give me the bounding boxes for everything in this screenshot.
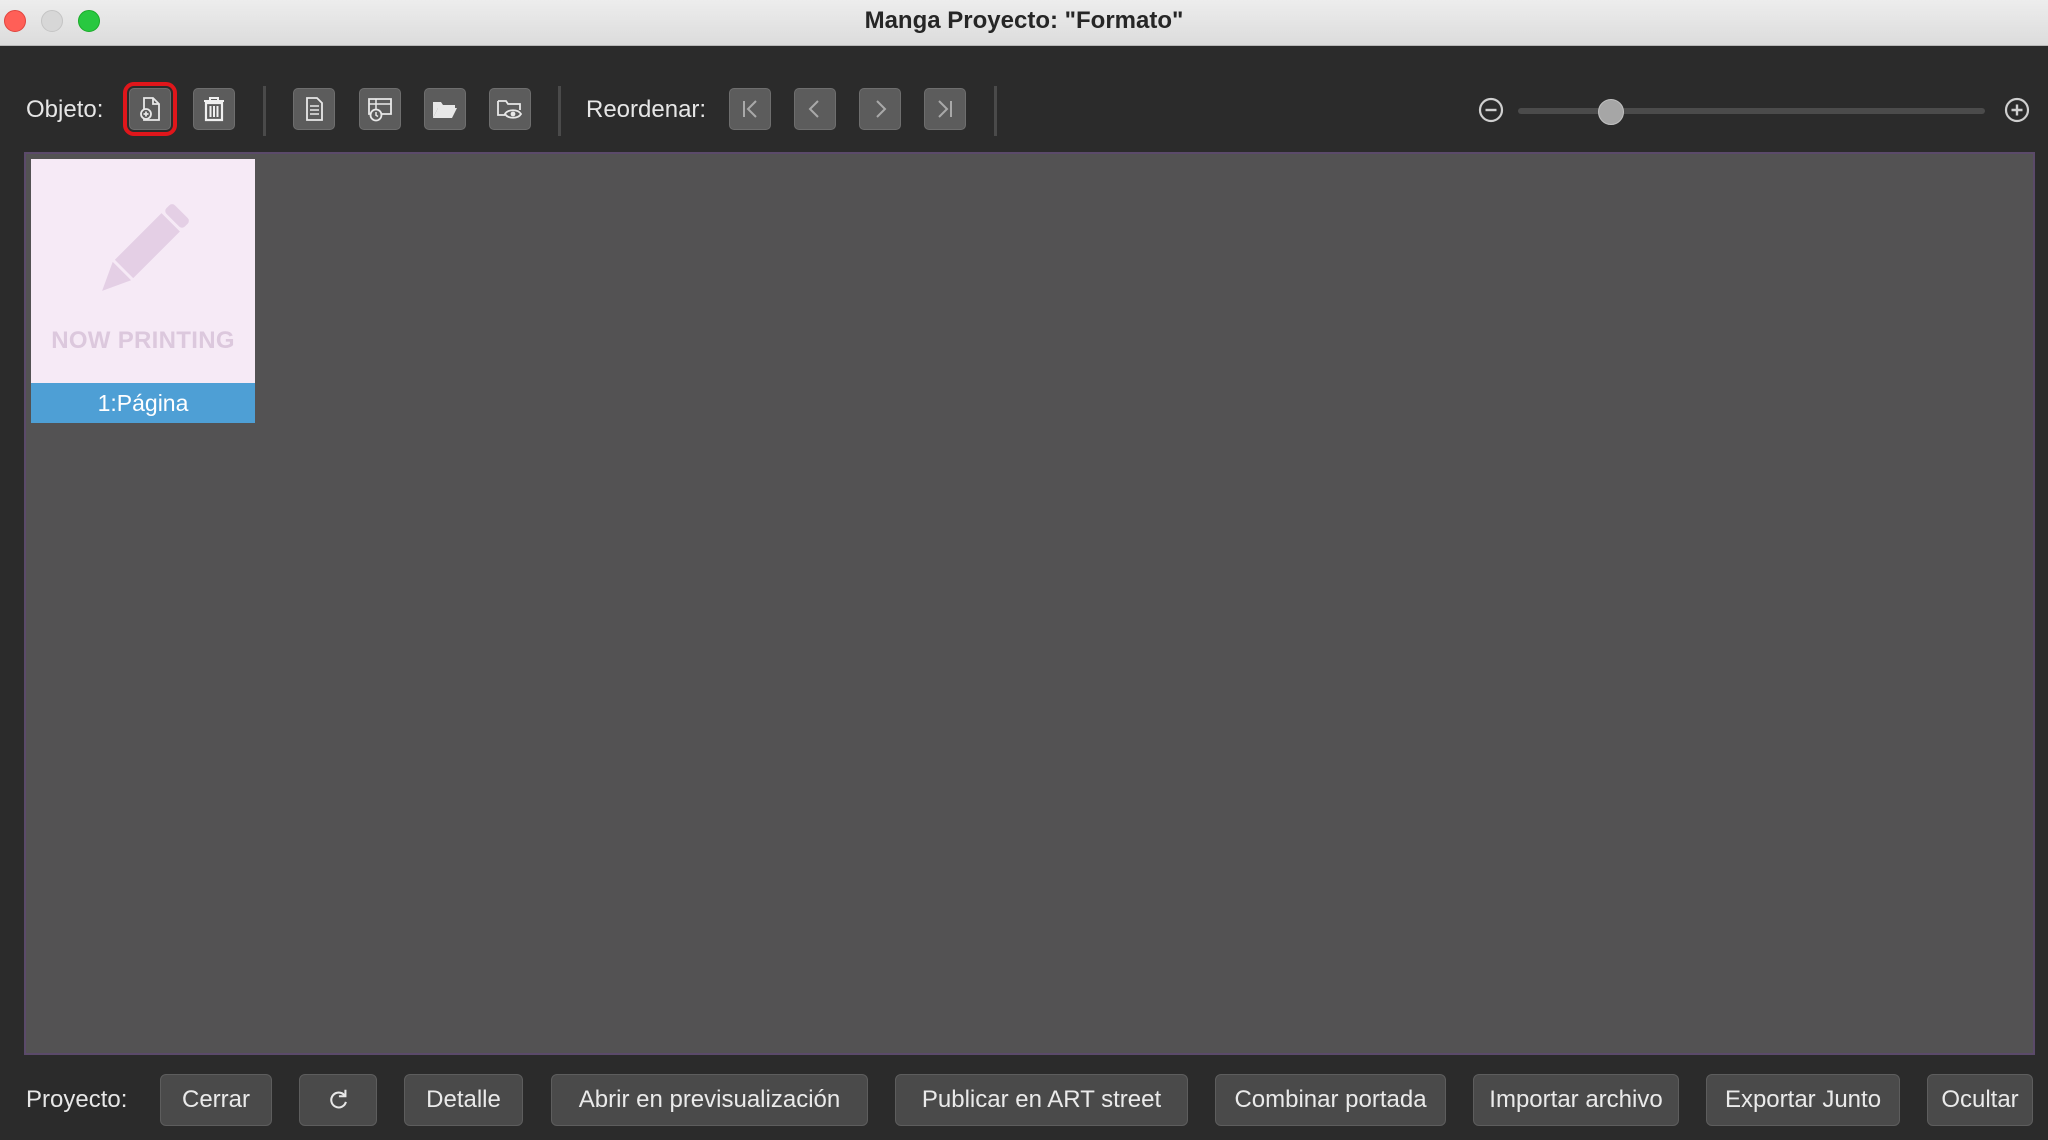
move-next-button[interactable]	[859, 88, 901, 130]
last-icon	[938, 100, 952, 118]
move-first-button[interactable]	[729, 88, 771, 130]
refresh-icon	[330, 1089, 347, 1109]
add-page-button[interactable]	[123, 82, 177, 136]
page-timeline-button[interactable]	[359, 88, 401, 130]
toolbar-separator	[558, 86, 561, 136]
page-timer-icon	[368, 98, 392, 122]
open-folder-button[interactable]	[424, 88, 466, 130]
import-file-button[interactable]: Importar archivo	[1473, 1074, 1679, 1126]
object-toolbar: Objeto: Reordenar:	[0, 46, 2048, 152]
page-label[interactable]: 1:Página	[31, 383, 255, 423]
previous-icon	[808, 100, 819, 118]
folder-open-icon	[433, 102, 457, 118]
pencil-icon	[102, 204, 189, 291]
project-label: Proyecto:	[26, 1086, 128, 1113]
close-project-button[interactable]: Cerrar	[160, 1074, 272, 1126]
add-page-icon	[140, 97, 160, 121]
next-icon	[876, 100, 887, 118]
zoom-in-icon[interactable]	[2003, 96, 2031, 124]
publish-art-street-button[interactable]: Publicar en ART street	[895, 1074, 1188, 1126]
delete-page-button[interactable]	[193, 88, 235, 130]
toolbar-separator	[263, 86, 266, 136]
export-together-button[interactable]: Exportar Junto	[1706, 1074, 1900, 1126]
page-management-area[interactable]: NOW PRINTING 1:Página	[24, 152, 2035, 1055]
folder-preview-icon	[497, 100, 523, 119]
hide-button[interactable]: Ocultar	[1927, 1074, 2033, 1126]
move-previous-button[interactable]	[794, 88, 836, 130]
open-preview-button[interactable]: Abrir en previsualización	[551, 1074, 868, 1126]
preview-folder-button[interactable]	[489, 88, 531, 130]
detail-button[interactable]: Detalle	[404, 1074, 523, 1126]
zoom-slider[interactable]	[1518, 108, 1985, 114]
toolbar-separator	[994, 86, 997, 136]
move-last-button[interactable]	[924, 88, 966, 130]
refresh-button[interactable]	[299, 1074, 377, 1126]
zoom-out-icon[interactable]	[1477, 96, 1505, 124]
project-footer: Proyecto: Cerrar Detalle Abrir en previs…	[0, 1055, 2048, 1140]
trash-icon	[204, 97, 224, 122]
reorder-label: Reordenar:	[586, 96, 707, 123]
thumbnail-placeholder-text: NOW PRINTING	[51, 327, 235, 354]
combine-cover-button[interactable]: Combinar portada	[1215, 1074, 1446, 1126]
first-icon	[743, 100, 757, 118]
object-label: Objeto:	[26, 96, 104, 123]
title-bar: Manga Proyecto: "Formato"	[0, 0, 2048, 46]
page-settings-button[interactable]	[293, 88, 335, 130]
page-settings-icon	[306, 97, 323, 121]
page-thumbnail-card[interactable]: NOW PRINTING 1:Página	[31, 159, 255, 423]
window-title: Manga Proyecto: "Formato"	[864, 7, 1184, 34]
page-thumbnail[interactable]: NOW PRINTING	[31, 159, 255, 383]
zoom-slider-handle[interactable]	[1598, 99, 1625, 125]
